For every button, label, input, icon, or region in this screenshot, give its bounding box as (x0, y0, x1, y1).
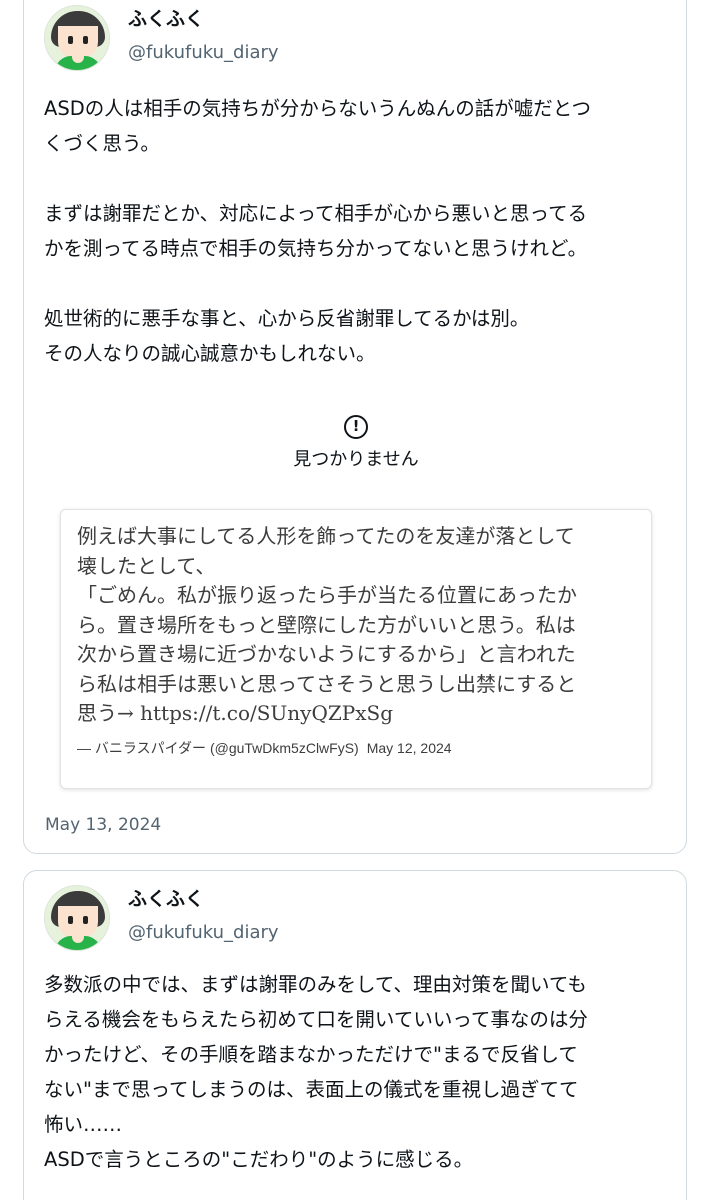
quoted-tweet[interactable]: 例えば大事にしてる人形を飾ってたのを友達が落として 壊したとして、 「ごめん。私… (60, 509, 652, 789)
text-line: かを測ってる時点で相手の気持ち分かってないと思うけれど。 (44, 237, 588, 260)
text-line: ASDで言うところの"こだわり"のように感じる。 (44, 1148, 474, 1171)
tweet-text: ASDの人は相手の気持ちが分からないうんぬんの話が嘘だとつ くづく思う。 まずは… (44, 91, 664, 371)
author-name[interactable]: ふくふく (128, 6, 279, 32)
alert-circle-icon: ! (344, 415, 368, 439)
text-line: くづく思う。 (44, 132, 160, 155)
quote-author[interactable]: — バニラスパイダー (@guTwDkm5zClwFyS) (77, 740, 359, 756)
quote-line: 壊したとして、 (77, 553, 216, 578)
text-line: かったけど、その手順を踏まなかっただけで"まるで反省して (44, 1043, 578, 1066)
text-line: ない"まで思ってしまうのは、表面上の儀式を重視し過ぎてて (44, 1078, 579, 1101)
quote-line[interactable]: 思う→ https://t.co/SUnyQZPxSg (77, 699, 643, 729)
not-found-label: 見つかりません (293, 449, 419, 470)
text-line: まずは謝罪だとか、対応によって相手が心から悪いと思ってる (44, 202, 588, 225)
author-handle[interactable]: @fukufuku_diary (128, 920, 279, 946)
text-line: 処世術的に悪手な事と、心から反省謝罪してるかは別。 (44, 307, 530, 330)
text-line: らえる機会をもらえたら初めて口を開いていいって事なのは分 (44, 1008, 588, 1031)
quote-line: 次から置き場に近づかないようにするから」と言われた (77, 642, 576, 666)
author-name[interactable]: ふくふく (128, 886, 279, 912)
tweet-card[interactable]: ふくふく @fukufuku_diary ASDの人は相手の気持ちが分からないう… (23, 0, 687, 854)
quoted-tweet-text: 例えば大事にしてる人形を飾ってたのを友達が落として 壊したとして、 「ごめん。私… (77, 522, 643, 729)
quote-date[interactable]: May 12, 2024 (367, 740, 452, 756)
text-line: ASDの人は相手の気持ちが分からないうんぬんの話が嘘だとつ (44, 97, 591, 120)
quote-line: 「ごめん。私が振り返ったら手が当たる位置にあったか (77, 583, 577, 607)
avatar[interactable] (44, 5, 110, 71)
quote-line: 例えば大事にしてる人形を飾ってたのを友達が落として (77, 524, 575, 548)
tweet-text: 多数派の中では、まずは謝罪のみをして、理由対策を聞いても らえる機会をもらえたら… (44, 967, 664, 1177)
tweet-card[interactable]: ふくふく @fukufuku_diary 多数派の中では、まずは謝罪のみをして、… (23, 870, 687, 1200)
quote-attribution: — バニラスパイダー (@guTwDkm5zClwFyS) May 12, 202… (77, 738, 452, 758)
avatar[interactable] (44, 885, 110, 951)
not-found-notice: ! 見つかりません (24, 415, 688, 471)
tweet-header: ふくふく @fukufuku_diary (44, 885, 279, 951)
author-handle[interactable]: @fukufuku_diary (128, 40, 279, 66)
tweet-header: ふくふく @fukufuku_diary (44, 5, 279, 71)
text-line: その人なりの誠心誠意かもしれない。 (44, 342, 376, 365)
tweet-timestamp[interactable]: May 13, 2024 (45, 815, 161, 835)
text-line: 怖い…… (44, 1113, 123, 1136)
text-line: 多数派の中では、まずは謝罪のみをして、理由対策を聞いても (44, 973, 587, 996)
quote-line: ら私は相手は悪いと思ってさそうと思うし出禁にすると (77, 671, 577, 696)
quote-line: ら。置き場所をもっと壁際にした方がいいと思う。私は (77, 612, 576, 637)
